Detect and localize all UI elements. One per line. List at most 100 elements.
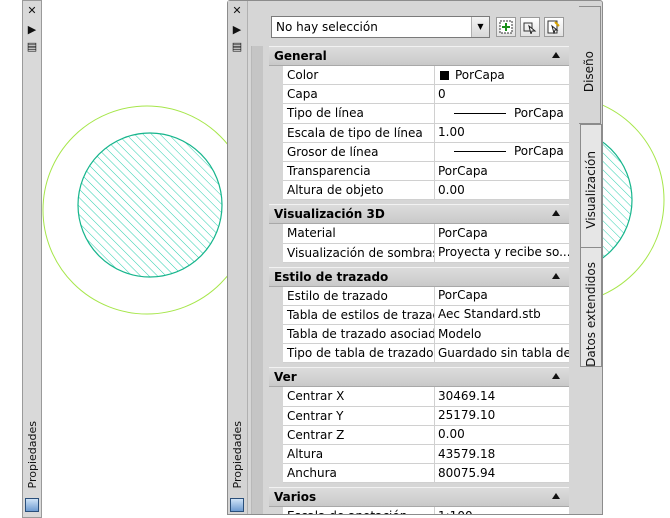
property-value-text: PorCapa bbox=[514, 144, 564, 159]
property-value-text: PorCapa bbox=[514, 105, 564, 120]
property-value[interactable]: 1.00 bbox=[435, 124, 569, 143]
property-row[interactable]: Centrar X 30469.14 bbox=[269, 387, 569, 407]
select-objects-icon[interactable] bbox=[520, 17, 540, 37]
row-indent bbox=[269, 344, 283, 364]
property-label: Visualización de sombras bbox=[283, 243, 435, 263]
properties-menu-icon[interactable]: ▤ bbox=[230, 41, 244, 53]
close-icon[interactable]: ✕ bbox=[230, 5, 244, 17]
property-row[interactable]: Tabla de estilos de trazado Aec Standard.… bbox=[269, 305, 569, 326]
selection-dropdown[interactable]: No hay selección ▼ bbox=[271, 16, 490, 38]
quick-select-icon[interactable] bbox=[544, 17, 564, 37]
property-value[interactable]: PorCapa bbox=[435, 162, 569, 182]
property-value[interactable]: 0.00 bbox=[435, 426, 569, 445]
property-row[interactable]: Grosor de línea PorCapa bbox=[269, 142, 569, 162]
property-row[interactable]: Tipo de línea PorCapa bbox=[269, 104, 569, 124]
close-icon[interactable]: ✕ bbox=[25, 5, 39, 17]
property-label: Centrar Y bbox=[283, 406, 435, 426]
property-row[interactable]: Escala de tipo de línea 1.00 bbox=[269, 123, 569, 143]
collapse-icon[interactable] bbox=[552, 373, 560, 380]
auto-hide-icon[interactable]: ▶ bbox=[230, 24, 244, 36]
property-value[interactable]: PorCapa bbox=[435, 66, 569, 86]
palette-title: Propiedades bbox=[231, 421, 244, 489]
property-value-text: Proyecta y recibe so... bbox=[438, 245, 569, 260]
tab-label: Datos extendidos bbox=[584, 262, 598, 367]
property-value-text: Modelo bbox=[438, 326, 482, 341]
collapsed-properties-palette[interactable]: ✕ ▶ ▤ Propiedades bbox=[22, 0, 42, 518]
tab-datos-extendidos[interactable]: Datos extendidos bbox=[580, 247, 602, 367]
toggle-pickadd-icon[interactable] bbox=[496, 17, 516, 37]
property-value-text: 1:100 bbox=[438, 507, 473, 514]
row-indent bbox=[269, 464, 283, 484]
property-value[interactable]: Aec Standard.stb bbox=[435, 306, 569, 326]
property-row[interactable]: Transparencia PorCapa bbox=[269, 161, 569, 182]
property-value[interactable]: 0 bbox=[435, 85, 569, 105]
property-label: Material bbox=[283, 224, 435, 244]
property-row[interactable]: Escala de anotación1:100 bbox=[269, 507, 569, 514]
property-value-text: PorCapa bbox=[455, 67, 505, 82]
property-label: Grosor de línea bbox=[283, 142, 435, 162]
property-value[interactable]: 80075.94 bbox=[435, 464, 569, 484]
property-value[interactable]: 30469.14 bbox=[435, 387, 569, 407]
property-value[interactable]: PorCapa bbox=[435, 143, 569, 162]
color-swatch-icon bbox=[440, 70, 449, 80]
category-header[interactable]: Ver bbox=[269, 367, 569, 388]
property-value[interactable]: 25179.10 bbox=[435, 407, 569, 426]
property-row[interactable]: Altura de objeto 0.00 bbox=[269, 181, 569, 201]
category-header[interactable]: Visualización 3D bbox=[269, 204, 569, 225]
property-value-text: 43579.18 bbox=[438, 446, 496, 461]
collapse-icon[interactable] bbox=[552, 272, 560, 279]
property-label: Altura bbox=[283, 445, 435, 465]
collapse-icon[interactable] bbox=[552, 493, 560, 500]
category-header[interactable]: Estilo de trazado bbox=[269, 266, 569, 287]
property-label: Centrar Z bbox=[283, 425, 435, 445]
property-value[interactable]: PorCapa bbox=[435, 104, 569, 124]
circle-hatched-left bbox=[77, 132, 223, 278]
property-label: Color bbox=[283, 66, 435, 86]
tab-label: Visualización bbox=[584, 151, 598, 229]
category-title: Visualización 3D bbox=[274, 207, 385, 222]
tab-label: Diseño bbox=[582, 51, 596, 93]
property-value[interactable]: Proyecta y recibe so... bbox=[435, 244, 569, 263]
palette-properties-icon[interactable] bbox=[230, 498, 244, 512]
property-row[interactable]: Anchura 80075.94 bbox=[269, 464, 569, 484]
property-label: Escala de anotación bbox=[283, 507, 435, 514]
property-value[interactable]: 43579.18 bbox=[435, 445, 569, 465]
property-row[interactable]: Material PorCapa bbox=[269, 224, 569, 244]
palette-properties-icon[interactable] bbox=[25, 498, 39, 512]
property-row[interactable]: Centrar Y 25179.10 bbox=[269, 406, 569, 426]
chevron-down-icon[interactable]: ▼ bbox=[471, 17, 489, 37]
row-indent bbox=[269, 224, 283, 244]
property-row[interactable]: Tipo de tabla de trazado Guardado sin tab… bbox=[269, 344, 569, 364]
collapse-icon[interactable] bbox=[552, 210, 560, 217]
palette-title-bar[interactable]: ✕ ▶ ▤ Propiedades bbox=[228, 1, 248, 514]
property-value-text: PorCapa bbox=[438, 163, 488, 178]
property-row[interactable]: Altura 43579.18 bbox=[269, 445, 569, 465]
property-row[interactable]: Capa 0 bbox=[269, 85, 569, 105]
property-label: Estilo de trazado bbox=[283, 286, 435, 306]
property-value[interactable]: Modelo bbox=[435, 325, 569, 345]
property-row[interactable]: Tabla de trazado asociada aModelo bbox=[269, 325, 569, 345]
category-header[interactable]: Varios bbox=[269, 487, 569, 508]
property-value-text: 0.00 bbox=[438, 427, 465, 442]
tab-visualizacion[interactable]: Visualización bbox=[580, 124, 602, 248]
category-header[interactable]: General bbox=[269, 46, 569, 66]
tab-diseno[interactable]: Diseño bbox=[579, 6, 601, 124]
property-value[interactable]: PorCapa bbox=[435, 224, 569, 244]
property-label: Escala de tipo de línea bbox=[283, 123, 435, 143]
property-value[interactable]: Guardado sin tabla de... bbox=[435, 344, 569, 364]
linetype-preview-icon bbox=[454, 112, 506, 114]
property-label: Altura de objeto bbox=[283, 181, 435, 201]
property-row[interactable]: Color PorCapa bbox=[269, 66, 569, 86]
property-value[interactable]: 1:100 bbox=[435, 507, 569, 514]
property-row[interactable]: Visualización de sombras Proyecta y recib… bbox=[269, 243, 569, 263]
property-value-text: PorCapa bbox=[438, 225, 488, 240]
property-value[interactable]: PorCapa bbox=[435, 287, 569, 306]
auto-hide-icon[interactable]: ▶ bbox=[25, 24, 39, 36]
collapse-icon[interactable] bbox=[552, 52, 560, 58]
properties-menu-icon[interactable]: ▤ bbox=[25, 41, 39, 53]
property-value[interactable]: 0.00 bbox=[435, 181, 569, 201]
row-indent bbox=[269, 387, 283, 407]
property-row[interactable]: Estilo de trazado PorCapa bbox=[269, 286, 569, 306]
property-row[interactable]: Centrar Z 0.00 bbox=[269, 425, 569, 445]
row-indent bbox=[269, 445, 283, 465]
